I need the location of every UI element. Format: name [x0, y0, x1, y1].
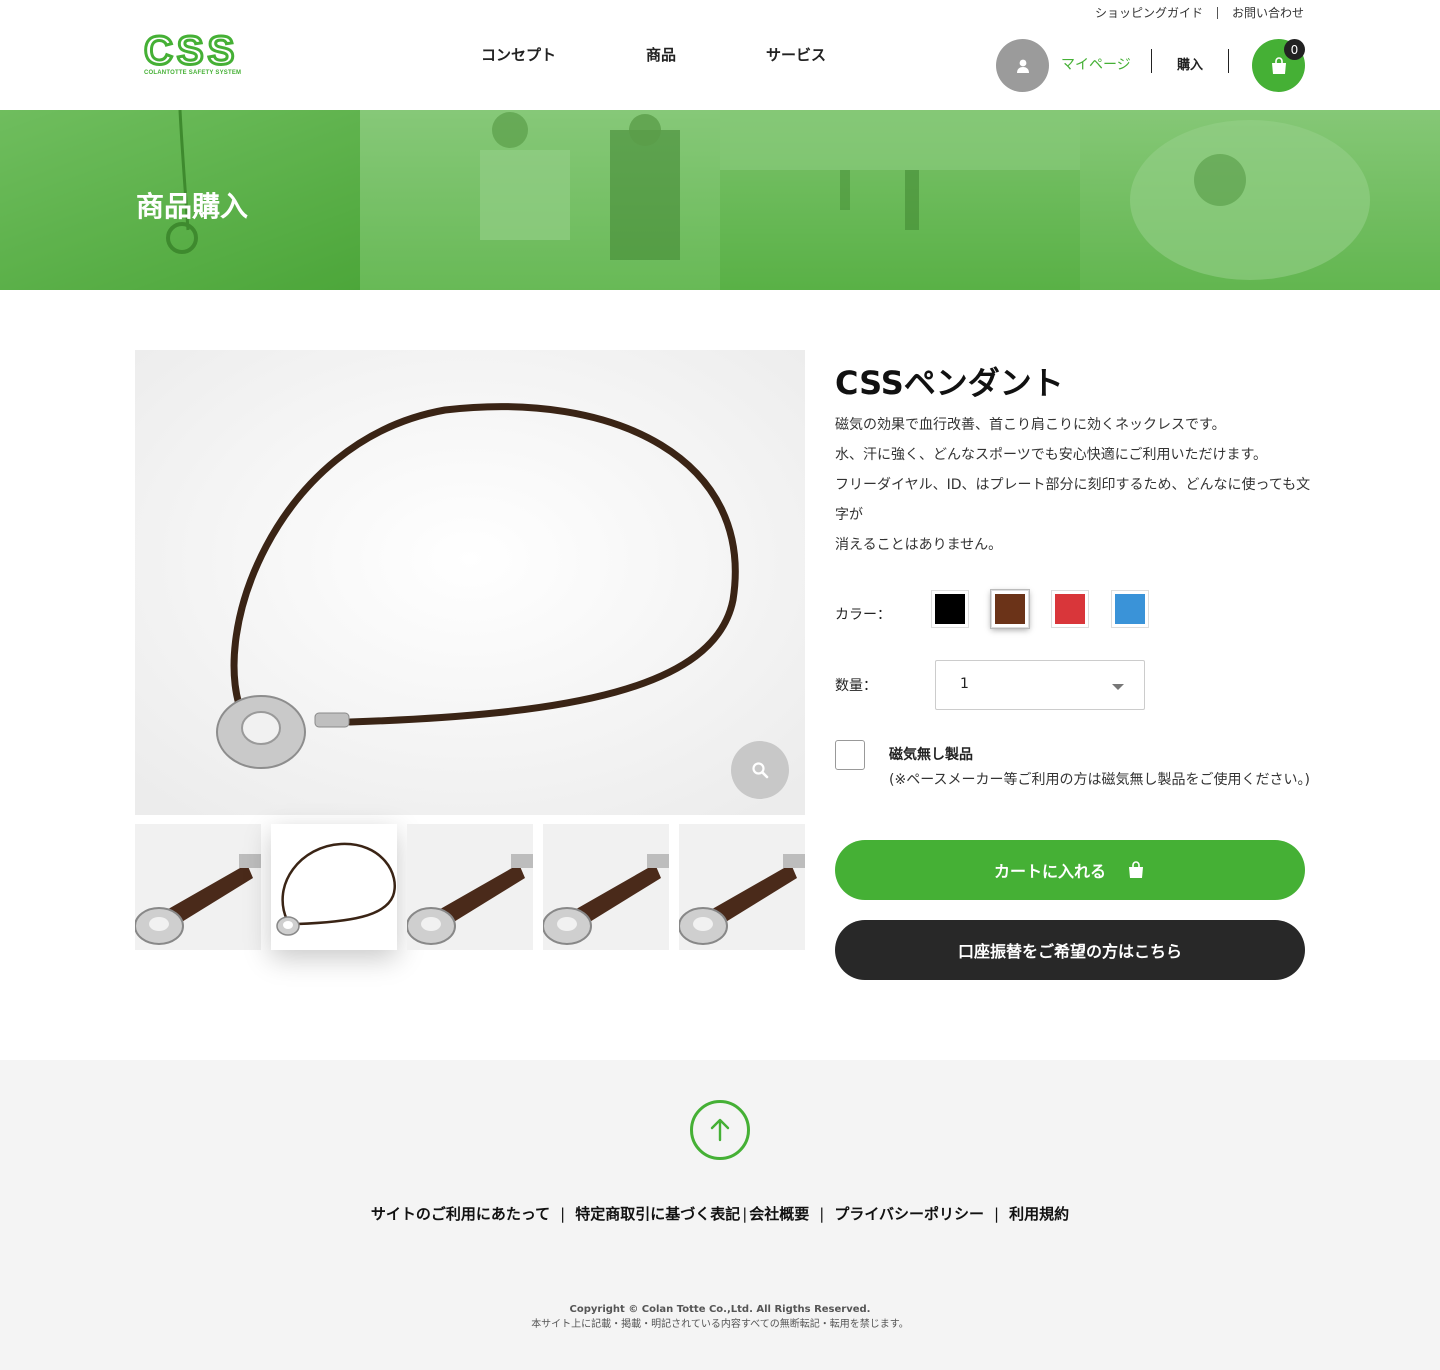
nav-concept[interactable]: コンセプト — [481, 44, 556, 65]
bank-transfer-button[interactable]: 口座振替をご希望の方はこちら — [835, 920, 1305, 980]
logo-subtitle: COLANTOTTE SAFETY SYSTEM — [144, 70, 242, 76]
divider — [1151, 49, 1152, 73]
description-line: 消えることはありません。 — [835, 537, 1003, 553]
footer-link-privacy[interactable]: プライバシーポリシー — [834, 1205, 984, 1223]
divider: | — [560, 1205, 566, 1223]
description-line: フリーダイヤル、ID、はプレート部分に刻印するため、どんなに使っても文字が — [835, 477, 1311, 523]
product-name: CSSペンダント — [835, 364, 1064, 402]
shopping-bag-icon — [1129, 861, 1143, 878]
quantity-select[interactable]: 1 — [935, 660, 1145, 710]
color-swatch-red[interactable] — [1051, 590, 1089, 628]
buy-link[interactable]: 購入 — [1177, 54, 1203, 73]
copyright-text: Copyright © Colan Totte Co.,Ltd. All Rig… — [569, 1304, 871, 1315]
copyright: Copyright © Colan Totte Co.,Ltd. All Rig… — [0, 1302, 1440, 1332]
magnifier-icon — [752, 762, 769, 779]
arrow-up-icon — [710, 1118, 730, 1142]
contact-link[interactable]: お問い合わせ — [1232, 4, 1304, 21]
product-thumbnails — [135, 824, 805, 950]
zoom-button[interactable] — [731, 741, 789, 799]
product-main-image[interactable] — [135, 350, 805, 815]
keyring-image — [407, 854, 533, 945]
keyring-image — [135, 854, 261, 945]
nonmagnetic-label: 磁気無し製品 — [889, 747, 973, 763]
nonmagnetic-note: (※ペースメーカー等ご利用の方は磁気無し製品をご使用ください。) — [889, 772, 1310, 788]
color-swatch-black[interactable] — [931, 590, 969, 628]
footer-link-site-terms[interactable]: サイトのご利用にあたって — [371, 1205, 550, 1223]
nonmagnetic-checkbox[interactable] — [835, 740, 865, 770]
description-line: 水、汗に強く、どんなスポーツでも安心快適にご利用いただけます。 — [835, 447, 1268, 463]
keyring-image — [679, 854, 805, 945]
back-to-top-button[interactable] — [690, 1100, 750, 1160]
chevron-down-icon — [1112, 684, 1124, 690]
footer-link-commerce-law[interactable]: 特定商取引に基づく表記 — [575, 1205, 740, 1223]
color-swatch-blue[interactable] — [1111, 590, 1149, 628]
swatch-fill — [1055, 594, 1085, 624]
shopping-bag-icon — [1271, 56, 1286, 74]
page-title: 商品購入 — [136, 190, 249, 223]
footer-link-terms[interactable]: 利用規約 — [1009, 1205, 1069, 1223]
color-swatch-brown[interactable] — [991, 590, 1029, 628]
bank-transfer-label: 口座振替をご希望の方はこちら — [957, 942, 1182, 961]
cart-count-badge: 0 — [1284, 39, 1305, 60]
necklace-image — [276, 842, 396, 936]
swatch-fill — [1115, 594, 1145, 624]
nav-products[interactable]: 商品 — [646, 44, 676, 65]
shopping-guide-link[interactable]: ショッピングガイド — [1095, 4, 1203, 21]
thumbnail[interactable] — [135, 824, 261, 950]
divider — [1216, 6, 1218, 19]
utility-nav: ショッピングガイド お問い合わせ — [1095, 4, 1304, 21]
thumbnail[interactable] — [679, 824, 805, 950]
thumbnail[interactable] — [407, 824, 533, 950]
footer: サイトのご利用にあたって | 特定商取引に基づく表記 | 会社概要 | プライバシーポリシー… — [0, 1060, 1440, 1370]
swatch-fill — [935, 594, 965, 624]
divider — [1228, 49, 1229, 73]
thumbnail-active[interactable] — [271, 824, 397, 950]
add-to-cart-button[interactable]: カートに入れる — [835, 840, 1305, 900]
divider: | — [819, 1205, 825, 1223]
divider: | — [742, 1205, 748, 1223]
description-line: 磁気の効果で血行改善、首こり肩こりに効くネックレスです。 — [835, 417, 1226, 433]
footer-links: サイトのご利用にあたって | 特定商取引に基づく表記 | 会社概要 | プライバシーポリシー… — [0, 1203, 1440, 1224]
necklace-image — [135, 350, 805, 815]
copyright-notice: 本サイト上に記載・掲載・明記されている内容すべての無断転記・転用を禁じます。 — [531, 1319, 909, 1330]
global-nav: コンセプト 商品 サービス — [0, 44, 1440, 64]
quantity-value: 1 — [960, 676, 969, 692]
nav-services[interactable]: サービス — [766, 44, 826, 65]
page-hero: 商品購入 — [0, 110, 1440, 290]
mypage-link[interactable]: マイページ — [1061, 54, 1131, 74]
thumbnail[interactable] — [543, 824, 669, 950]
divider: | — [994, 1205, 1000, 1223]
swatch-fill — [995, 594, 1025, 624]
product-description: 磁気の効果で血行改善、首こり肩こりに効くネックレスです。 水、汗に強く、どんなス… — [835, 410, 1315, 560]
user-icon — [1016, 59, 1029, 73]
quantity-label: 数量： — [835, 678, 877, 694]
footer-link-company[interactable]: 会社概要 — [749, 1205, 809, 1223]
keyring-image — [543, 854, 669, 945]
add-to-cart-label: カートに入れる — [993, 862, 1106, 881]
user-avatar-button[interactable] — [996, 39, 1049, 92]
color-label: カラー： — [835, 607, 891, 623]
